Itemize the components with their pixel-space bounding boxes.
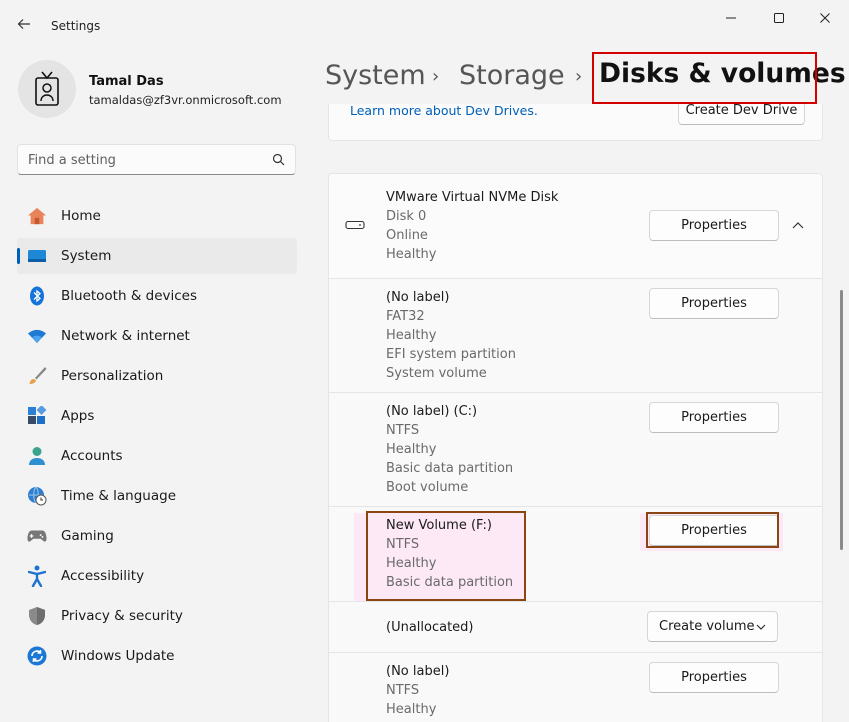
refresh-icon bbox=[27, 646, 47, 666]
disk-number: Disk 0 bbox=[386, 209, 427, 224]
gamepad-icon bbox=[27, 526, 47, 546]
volume-health: Healthy bbox=[386, 328, 437, 343]
sidebar-item-windows-update[interactable]: Windows Update bbox=[17, 638, 297, 674]
volume-properties-button[interactable]: Properties bbox=[649, 288, 779, 319]
breadcrumb-separator: › bbox=[432, 66, 440, 87]
divider bbox=[328, 506, 823, 507]
home-icon bbox=[27, 206, 47, 226]
volume-health: Healthy bbox=[386, 702, 437, 717]
brush-icon bbox=[27, 366, 47, 386]
disk-properties-button[interactable]: Properties bbox=[649, 210, 779, 241]
chevron-up-icon[interactable] bbox=[792, 221, 804, 229]
sidebar-item-home[interactable]: Home bbox=[17, 198, 297, 234]
person-icon bbox=[27, 446, 47, 466]
volume-list-backdrop bbox=[329, 278, 822, 722]
volume-properties-button[interactable]: Properties bbox=[649, 402, 779, 433]
sidebar-item-privacy-security[interactable]: Privacy & security bbox=[17, 598, 297, 634]
bluetooth-icon bbox=[27, 286, 47, 306]
disk-health: Healthy bbox=[386, 247, 437, 262]
title-bar: Settings bbox=[0, 0, 849, 40]
minimize-button[interactable] bbox=[711, 6, 751, 30]
volume-partition-type: EFI system partition bbox=[386, 347, 516, 362]
divider bbox=[328, 601, 823, 602]
close-button[interactable] bbox=[805, 6, 845, 30]
user-name: Tamal Das bbox=[89, 74, 164, 89]
app-title: Settings bbox=[51, 19, 101, 33]
divider bbox=[328, 652, 823, 653]
search-icon[interactable] bbox=[272, 153, 285, 166]
highlight-box-title bbox=[592, 52, 817, 104]
volume-role: Boot volume bbox=[386, 480, 469, 495]
volume-label: (No label) (C:) bbox=[386, 404, 478, 419]
apps-icon bbox=[27, 406, 47, 426]
monitor-icon bbox=[27, 246, 47, 266]
sidebar-item-bluetooth[interactable]: Bluetooth & devices bbox=[17, 278, 297, 314]
divider bbox=[328, 392, 823, 393]
volume-health: Healthy bbox=[386, 442, 437, 457]
volume-filesystem: NTFS bbox=[386, 423, 420, 438]
learn-more-dev-drives-link[interactable]: Learn more about Dev Drives. bbox=[350, 103, 538, 118]
create-volume-label: Create volume bbox=[659, 619, 755, 634]
sidebar-item-network[interactable]: Network & internet bbox=[17, 318, 297, 354]
sidebar-item-time-language[interactable]: Time & language bbox=[17, 478, 297, 514]
maximize-button[interactable] bbox=[759, 6, 799, 30]
volume-label: (No label) bbox=[386, 290, 450, 305]
sidebar-item-personalization[interactable]: Personalization bbox=[17, 358, 297, 394]
volume-filesystem: NTFS bbox=[386, 683, 420, 698]
maximize-icon bbox=[774, 13, 784, 23]
id-badge-icon bbox=[35, 71, 59, 106]
sidebar-item-accessibility[interactable]: Accessibility bbox=[17, 558, 297, 594]
arrow-left-icon bbox=[17, 19, 30, 29]
search-input[interactable] bbox=[28, 151, 258, 169]
globe-clock-icon bbox=[27, 486, 47, 506]
drive-icon bbox=[345, 220, 365, 230]
close-icon bbox=[820, 13, 830, 23]
accessibility-icon bbox=[27, 565, 47, 587]
search-box[interactable] bbox=[17, 144, 296, 175]
breadcrumb-separator: › bbox=[575, 66, 583, 87]
sidebar-item-system[interactable]: System bbox=[17, 238, 297, 274]
volume-label: (No label) bbox=[386, 664, 450, 679]
sidebar-item-gaming[interactable]: Gaming bbox=[17, 518, 297, 554]
breadcrumb-storage[interactable]: Storage bbox=[459, 60, 565, 91]
avatar[interactable] bbox=[18, 60, 76, 118]
back-button[interactable] bbox=[12, 12, 36, 36]
wifi-icon bbox=[27, 326, 47, 346]
volume-properties-button[interactable]: Properties bbox=[649, 662, 779, 693]
disk-name: VMware Virtual NVMe Disk bbox=[386, 190, 559, 205]
disk-state: Online bbox=[386, 228, 428, 243]
volume-filesystem: FAT32 bbox=[386, 309, 425, 324]
sidebar-item-accounts[interactable]: Accounts bbox=[17, 438, 297, 474]
volume-partition-type: Basic data partition bbox=[386, 461, 514, 476]
active-indicator bbox=[17, 248, 20, 264]
volume-label: (Unallocated) bbox=[386, 620, 474, 635]
user-email: tamaldas@zf3vr.onmicrosoft.com bbox=[89, 93, 282, 107]
minimize-icon bbox=[726, 17, 736, 19]
highlight-box-volume bbox=[366, 511, 526, 601]
volume-role: System volume bbox=[386, 366, 487, 381]
divider bbox=[328, 278, 823, 279]
highlight-box-properties bbox=[646, 512, 779, 548]
chevron-down-icon bbox=[756, 624, 766, 630]
scrollbar[interactable] bbox=[840, 290, 843, 550]
sidebar-item-apps[interactable]: Apps bbox=[17, 398, 297, 434]
breadcrumb-system[interactable]: System bbox=[325, 60, 426, 91]
shield-icon bbox=[27, 606, 47, 626]
create-volume-button[interactable]: Create volume bbox=[647, 611, 778, 642]
